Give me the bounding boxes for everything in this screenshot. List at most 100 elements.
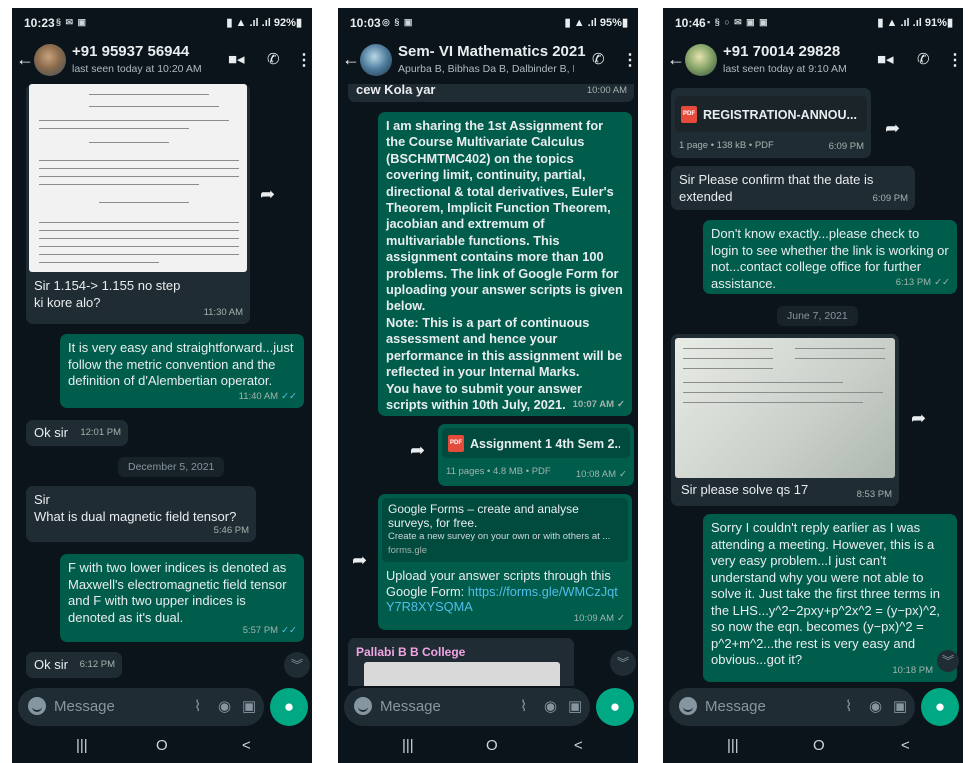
message-input[interactable]: Message (380, 698, 441, 715)
recents-button[interactable]: ||| (402, 737, 414, 754)
message-text: Ok sir (34, 425, 68, 440)
pdf-attachment-bubble[interactable]: PDF REGISTRATION-ANNOU... 1 page • 138 k… (671, 88, 871, 158)
more-options-icon[interactable]: ⋮ (947, 50, 963, 70)
back-arrow-icon[interactable]: ← (16, 49, 34, 70)
forward-icon[interactable]: ➦ (885, 118, 900, 139)
message-bubble[interactable]: Sir 1.154-> 1.155 no step ki kore alo? 1… (26, 84, 250, 324)
back-button[interactable]: < (242, 737, 251, 754)
back-arrow-icon[interactable]: ← (342, 49, 360, 70)
link-preview-description: Create a new survey on your own or with … (388, 531, 611, 542)
video-call-icon[interactable]: ■◂ (228, 50, 245, 68)
attach-icon[interactable]: ⌇ (194, 697, 201, 715)
emoji-icon[interactable] (28, 697, 46, 715)
link-message-bubble[interactable]: Google Forms – create and analyse survey… (378, 494, 632, 630)
mic-icon[interactable]: ● (921, 688, 959, 726)
message-bubble[interactable]: It is very easy and straightforward...ju… (60, 334, 304, 408)
forward-icon[interactable]: ➦ (911, 408, 926, 429)
camera-icon[interactable]: ▣ (242, 697, 256, 715)
payment-icon[interactable]: ◉ (869, 697, 882, 715)
textbook-page-image[interactable] (29, 84, 247, 272)
message-time: 12:01 PM (80, 426, 121, 438)
image-message-bubble[interactable]: Sir please solve qs 17 8:53 PM (671, 334, 899, 506)
avatar[interactable] (685, 44, 717, 76)
message-input[interactable]: Message (705, 698, 766, 715)
chat-area[interactable]: Sir 1.154-> 1.155 no step ki kore alo? 1… (12, 84, 312, 686)
notification-icons: ◎ § ▣ (382, 17, 414, 27)
back-button[interactable]: < (574, 737, 583, 754)
mic-icon[interactable]: ● (270, 688, 308, 726)
chat-area[interactable]: PDF REGISTRATION-ANNOU... 1 page • 138 k… (663, 84, 963, 686)
mic-icon[interactable]: ● (596, 688, 634, 726)
emoji-icon[interactable] (679, 697, 697, 715)
image-preview[interactable] (364, 662, 560, 686)
pdf-document[interactable]: PDF Assignment 1 4th Sem 2... (442, 428, 630, 458)
chat-header: ← Sem- VI Mathematics 2021 Apurba B, Bib… (338, 36, 638, 84)
message-composer[interactable]: Message ⌇ ◉ ▣ (669, 688, 915, 726)
date-divider: June 7, 2021 (777, 306, 858, 326)
date-divider: December 5, 2021 (118, 457, 225, 477)
scroll-down-icon[interactable]: ︾ (937, 650, 959, 672)
attach-icon[interactable]: ⌇ (845, 697, 852, 715)
camera-icon[interactable]: ▣ (568, 697, 582, 715)
status-bar: 10:03 ◎ § ▣ ▮ ▲ .ıl 95%▮ (338, 8, 638, 36)
home-button[interactable]: O (156, 737, 168, 754)
pdf-document[interactable]: PDF REGISTRATION-ANNOU... (675, 96, 867, 132)
tick-icon: ✓ (617, 398, 625, 410)
message-input[interactable]: Message (54, 698, 115, 715)
add-call-icon[interactable]: ✆ (592, 50, 605, 68)
phone-icon[interactable]: ✆ (267, 50, 280, 68)
emoji-icon[interactable] (354, 697, 372, 715)
chat-area[interactable]: cew Kola yar 10:00 AM I am sharing the 1… (338, 84, 638, 686)
group-members: Apurba B, Bibhas Da B, Dalbinder B, Kusa… (398, 63, 574, 75)
recents-button[interactable]: ||| (727, 737, 739, 754)
contact-name[interactable]: +91 95937 56944 (72, 43, 189, 60)
attach-icon[interactable]: ⌇ (520, 697, 527, 715)
recents-button[interactable]: ||| (76, 737, 88, 754)
avatar[interactable] (34, 44, 66, 76)
message-bubble[interactable]: Ok sir 6:12 PM (26, 652, 122, 678)
scroll-down-icon[interactable]: ︾ (284, 652, 310, 678)
status-time: 10:46 (675, 16, 706, 30)
message-bubble[interactable]: Sir Please confirm that the date is exte… (671, 166, 915, 210)
more-options-icon[interactable]: ⋮ (296, 50, 312, 70)
last-seen: last seen today at 10:20 AM (72, 63, 202, 75)
camera-icon[interactable]: ▣ (893, 697, 907, 715)
last-seen: last seen today at 9:10 AM (723, 63, 847, 75)
message-bubble[interactable]: Pallabi B B College (348, 638, 574, 686)
message-composer[interactable]: Message ⌇ ◉ ▣ (18, 688, 264, 726)
message-bubble[interactable]: Ok sir 12:01 PM (26, 420, 128, 446)
payment-icon[interactable]: ◉ (218, 697, 231, 715)
message-bubble[interactable]: F with two lower indices is denoted as M… (60, 554, 304, 642)
assignment-text: I am sharing the 1st Assignment for the … (386, 118, 623, 314)
chat-header: ← +91 95937 56944 last seen today at 10:… (12, 36, 312, 84)
contact-name[interactable]: +91 70014 29828 (723, 43, 840, 60)
home-button[interactable]: O (813, 737, 825, 754)
group-name[interactable]: Sem- VI Mathematics 2021 (398, 43, 586, 60)
link-preview-url: forms.gle (388, 544, 428, 556)
link-preview[interactable]: Google Forms – create and analyse survey… (382, 498, 628, 562)
pdf-attachment-bubble[interactable]: PDF Assignment 1 4th Sem 2... 11 pages •… (438, 424, 634, 486)
back-arrow-icon[interactable]: ← (667, 49, 685, 70)
message-bubble[interactable]: Sir What is dual magnetic field tensor? … (26, 486, 256, 542)
message-bubble[interactable]: cew Kola yar 10:00 AM (348, 84, 634, 102)
more-options-icon[interactable]: ⋮ (622, 50, 638, 70)
forward-icon[interactable]: ➦ (260, 184, 275, 205)
message-bubble[interactable]: I am sharing the 1st Assignment for the … (378, 112, 632, 416)
forward-icon[interactable]: ➦ (352, 550, 367, 571)
payment-icon[interactable]: ◉ (544, 697, 557, 715)
message-composer[interactable]: Message ⌇ ◉ ▣ (344, 688, 590, 726)
forward-icon[interactable]: ➦ (410, 440, 425, 461)
message-time: 10:00 AM (586, 84, 627, 96)
back-button[interactable]: < (901, 737, 910, 754)
battery-level: 92% (273, 17, 296, 29)
message-bubble[interactable]: Don't know exactly...please check to log… (703, 220, 957, 294)
phone-screen-1: 10:23 § ✉ ▣ ▮ ▲ .ıl .ıl 92%▮ ← +91 95937… (12, 8, 312, 763)
question-paper-image[interactable] (675, 338, 895, 478)
message-text: Sir please solve qs 17 (681, 482, 809, 497)
video-call-icon[interactable]: ■◂ (877, 50, 894, 68)
message-bubble[interactable]: Sorry I couldn't reply earlier as I was … (703, 514, 957, 682)
scroll-down-icon[interactable]: ︾ (610, 650, 636, 676)
phone-icon[interactable]: ✆ (917, 50, 930, 68)
group-avatar[interactable] (360, 44, 392, 76)
home-button[interactable]: O (486, 737, 498, 754)
